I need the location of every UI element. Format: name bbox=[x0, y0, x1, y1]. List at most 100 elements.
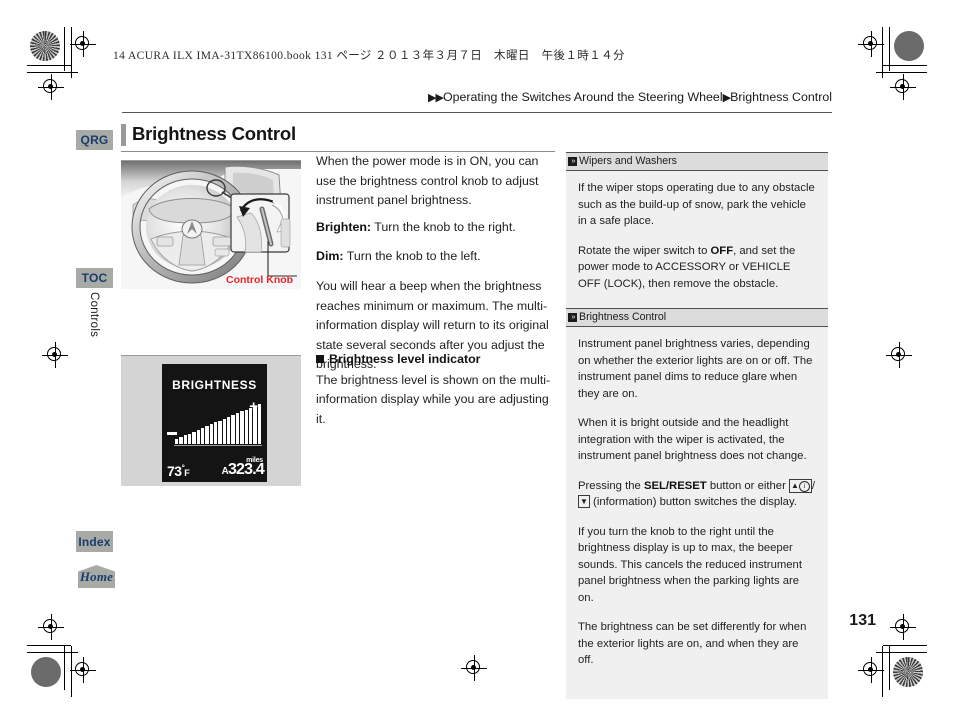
main-body-column: When the power mode is in ON, you can us… bbox=[316, 152, 556, 375]
crop-mark-br-h2 bbox=[876, 652, 927, 653]
chapter-tab-controls[interactable]: Controls bbox=[88, 292, 100, 337]
nav-tab-home-label: Home bbox=[79, 568, 114, 584]
mid-title: BRIGHTNESS bbox=[172, 378, 257, 392]
mid-level-bars bbox=[175, 404, 261, 444]
breadcrumb-separator-icon: ▶ bbox=[722, 92, 732, 104]
mid-level-bar bbox=[218, 420, 222, 444]
info-down-button-icon: ▼ bbox=[578, 495, 590, 509]
reference-marker-icon: » bbox=[568, 313, 577, 323]
mid-level-bar bbox=[244, 409, 248, 444]
ref-text: Rotate the wiper switch to bbox=[578, 244, 711, 257]
reference-section-header-wipers: » Wipers and Washers bbox=[566, 152, 828, 172]
mid-level-bar bbox=[183, 435, 188, 444]
registration-mark-top-left-lower bbox=[38, 74, 64, 100]
mid-level-bar bbox=[240, 411, 244, 444]
registration-dot-bl bbox=[31, 657, 61, 687]
breadcrumb-arrow-icon: ▶▶ bbox=[428, 92, 444, 104]
breadcrumb-segment-parent[interactable]: Operating the Switches Around the Steeri… bbox=[443, 90, 723, 104]
info-up-button-icon: ▲ i bbox=[789, 478, 812, 493]
reference-section-body-wipers: If the wiper stops operating due to any … bbox=[566, 171, 828, 308]
page-title-accent-bar bbox=[121, 124, 126, 146]
reference-panel: » Wipers and Washers If the wiper stops … bbox=[566, 152, 828, 699]
mid-temperature: 73°F bbox=[167, 463, 190, 479]
figure-caption-control-knob: Control Knob bbox=[226, 274, 294, 286]
figure-steering-wheel bbox=[121, 160, 301, 289]
mid-level-bar bbox=[188, 433, 192, 444]
crop-mark-bl-v1 bbox=[64, 646, 65, 690]
mid-temperature-unit: F bbox=[184, 468, 190, 478]
breadcrumb: ▶▶Operating the Switches Around the Stee… bbox=[428, 90, 832, 104]
registration-mark-top-right bbox=[858, 31, 884, 57]
paragraph-intro: When the power mode is in ON, you can us… bbox=[316, 154, 539, 208]
registration-mark-mid-right bbox=[886, 342, 912, 368]
bullet-square-icon bbox=[316, 355, 324, 363]
registration-burst-br bbox=[893, 657, 923, 687]
info-circle-icon: i bbox=[798, 480, 810, 492]
nav-tab-index[interactable]: Index bbox=[76, 531, 113, 552]
reference-section-body-brightness: Instrument panel brightness varies, depe… bbox=[566, 327, 828, 698]
mid-level-bar bbox=[253, 405, 257, 444]
print-book-line: 14 ACURA ILX IMA-31TX86100.book 131 ページ … bbox=[113, 50, 625, 62]
registration-mark-top-left bbox=[70, 31, 96, 57]
dim-label: Dim: bbox=[316, 249, 344, 264]
reference-section-header-brightness: » Brightness Control bbox=[566, 308, 828, 328]
crop-mark-bl-h2 bbox=[27, 652, 78, 653]
breadcrumb-segment-current[interactable]: Brightness Control bbox=[730, 90, 832, 104]
registration-burst-tl bbox=[30, 31, 60, 61]
mid-level-bar bbox=[175, 439, 179, 444]
mid-level-bar bbox=[214, 422, 218, 444]
mid-level-bar bbox=[248, 407, 253, 444]
mid-level-bar bbox=[222, 418, 227, 444]
mid-level-bar bbox=[227, 416, 231, 444]
crop-mark-tr-h2 bbox=[876, 72, 927, 73]
ref-text: button or either bbox=[706, 479, 789, 492]
ref-text-bold: OFF bbox=[710, 244, 734, 257]
crop-mark-tr-v2 bbox=[882, 27, 883, 78]
paragraph-dim: Dim: Turn the knob to the left. bbox=[316, 247, 556, 267]
crop-mark-br-h1 bbox=[883, 645, 927, 646]
mid-level-bar bbox=[235, 413, 240, 444]
mid-odometer-value: 323.4 bbox=[227, 461, 265, 478]
ref-paragraph: If the wiper stops operating due to any … bbox=[578, 182, 815, 228]
ref-paragraph: Rotate the wiper switch to OFF, and set … bbox=[578, 243, 816, 292]
mid-level-bar bbox=[209, 424, 214, 444]
selreset-button-label: SEL/RESET bbox=[643, 479, 707, 492]
crop-mark-tr-v1 bbox=[889, 27, 890, 71]
crop-mark-bl-v2 bbox=[71, 646, 72, 697]
crop-mark-tr-h1 bbox=[883, 65, 927, 66]
crop-mark-br-v2 bbox=[882, 646, 883, 697]
mid-odometer: A323.4 bbox=[222, 461, 265, 479]
reference-marker-icon: » bbox=[568, 157, 577, 167]
mid-temperature-value: 73 bbox=[167, 463, 182, 479]
steering-wheel-illustration bbox=[121, 161, 301, 289]
registration-mark-bottom-right-upper bbox=[890, 614, 916, 640]
registration-mark-bottom-left bbox=[70, 657, 96, 683]
subsection-body: The brightness level is shown on the mul… bbox=[316, 372, 551, 426]
registration-mark-bottom-left-upper bbox=[38, 614, 64, 640]
triangle-up-icon: ▲ bbox=[791, 480, 799, 490]
paragraph-brighten: Brighten: Turn the knob to the right. bbox=[316, 218, 556, 238]
crop-mark-tl-v1 bbox=[64, 27, 65, 71]
registration-mark-bottom-right bbox=[858, 657, 884, 683]
figure-brightness-display: BRIGHTNESS + 73°F miles A323.4 bbox=[121, 355, 301, 486]
reference-heading-text: Brightness Control bbox=[579, 311, 667, 324]
subsection-heading-text: Brightness level indicator bbox=[329, 352, 481, 366]
ref-paragraph: When it is bright outside and the headli… bbox=[578, 417, 807, 463]
crop-mark-br-v1 bbox=[889, 646, 890, 690]
ref-paragraph-selreset: Pressing the SEL/RESET button or either … bbox=[578, 478, 816, 511]
nav-tab-qrg[interactable]: QRG bbox=[76, 130, 113, 150]
brighten-label: Brighten: bbox=[316, 219, 372, 234]
registration-mark-bottom-center bbox=[461, 655, 487, 681]
subsection-brightness-level-indicator: Brightness level indicator The brightnes… bbox=[316, 350, 556, 429]
nav-tab-home[interactable]: Home bbox=[78, 565, 115, 588]
mid-screen: BRIGHTNESS + 73°F miles A323.4 bbox=[162, 364, 267, 482]
registration-dot-tr bbox=[894, 31, 924, 61]
nav-tab-toc[interactable]: TOC bbox=[76, 268, 113, 288]
